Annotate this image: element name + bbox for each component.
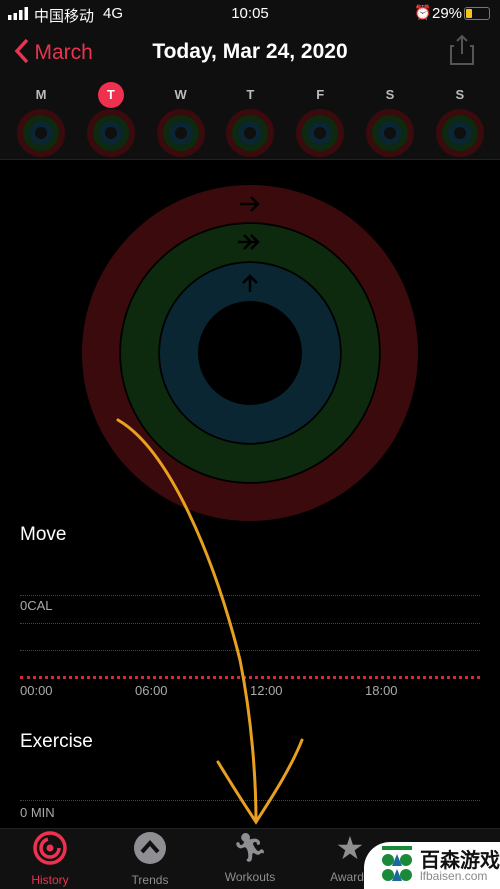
day-ring-icon[interactable] <box>225 108 275 158</box>
page-title: Today, Mar 24, 2020 <box>152 40 348 63</box>
tab-history[interactable]: History <box>0 830 100 887</box>
time-label: 18:00 <box>365 683 398 698</box>
day-ring-icon[interactable] <box>86 108 136 158</box>
alarm-icon: ⏰ <box>414 4 432 20</box>
battery-icon <box>464 7 490 20</box>
exercise-label: Exercise <box>20 731 93 752</box>
time-label: 00:00 <box>20 683 53 698</box>
battery-percent: 29% <box>432 5 463 22</box>
time-label: 12:00 <box>250 683 283 698</box>
move-value: 0CAL <box>20 598 53 613</box>
day-1[interactable]: T <box>97 82 124 108</box>
day-ring-icon[interactable] <box>156 108 206 158</box>
stand-ring <box>160 263 340 443</box>
day-2[interactable]: W <box>168 82 194 108</box>
trends-icon <box>134 832 166 864</box>
exercise-value: 0 MIN <box>20 805 55 820</box>
share-icon[interactable] <box>449 34 475 66</box>
day-5[interactable]: S <box>377 82 403 108</box>
running-figure-icon: 🏃︎ <box>232 832 268 863</box>
day-0[interactable]: M <box>28 82 54 108</box>
watermark: 百森游戏 lfbaisen.com <box>364 842 500 889</box>
day-ring-icon[interactable] <box>295 108 345 158</box>
day-ring-icon[interactable] <box>16 108 66 158</box>
history-rings-icon <box>33 831 67 865</box>
time-label: 06:00 <box>135 683 168 698</box>
activity-rings <box>82 185 418 521</box>
day-6[interactable]: S <box>447 82 473 108</box>
status-bar: 中国移动 4G 10:05 ⏰ 29% <box>0 4 500 25</box>
watermark-logo <box>382 846 412 881</box>
move-baseline <box>20 676 480 679</box>
move-label: Move <box>20 524 67 545</box>
day-3[interactable]: T <box>237 82 263 108</box>
day-4[interactable]: F <box>307 82 333 108</box>
tab-trends[interactable]: Trends <box>100 830 200 887</box>
day-ring-icon[interactable] <box>365 108 415 158</box>
tab-workouts[interactable]: 🏃︎ Workouts <box>200 830 300 884</box>
top-header: 中国移动 4G 10:05 ⏰ 29% March Today, Mar 24,… <box>0 0 500 160</box>
day-ring-icon[interactable] <box>435 108 485 158</box>
